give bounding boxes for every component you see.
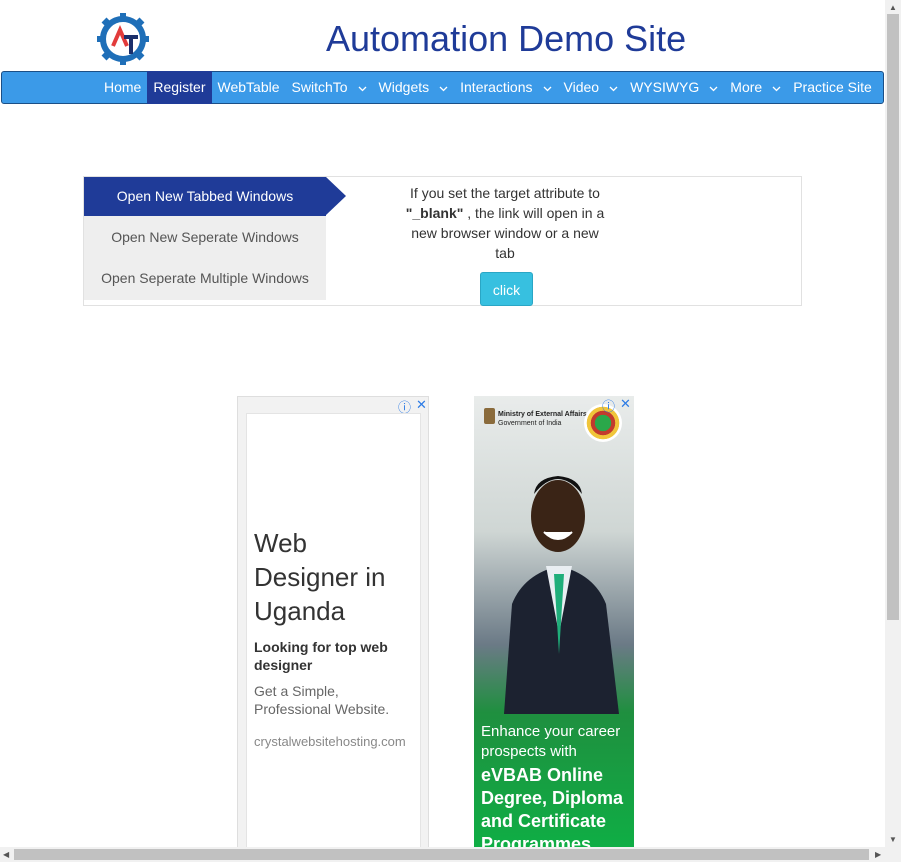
nav-item-label: WYSIWYG [630,79,700,95]
tab-open-seperate-multiple-windows[interactable]: Open Seperate Multiple Windows [84,259,326,298]
window-tabs: Open New Tabbed Windows Open New Seperat… [84,177,346,300]
nav-item-more[interactable]: More [724,71,787,104]
nav-item-interactions[interactable]: Interactions [454,71,557,104]
chevron-down-icon [609,73,618,106]
nav-item-video[interactable]: Video [558,71,625,104]
ad-body-text: Get a Simple, Professional Website. [254,683,390,717]
nav-item-wysiwyg[interactable]: WYSIWYG [624,71,724,104]
ad-headline[interactable]: Web Designer in Uganda [254,526,414,628]
nav-item-label: Register [153,79,206,95]
nav-item-home[interactable]: Home [98,71,147,104]
ad-close-icon[interactable]: ✕ [416,397,427,413]
nav-item-label: WebTable [217,79,280,95]
chevron-down-icon [772,73,781,106]
tab-open-new-seperate-windows[interactable]: Open New Seperate Windows [84,218,326,257]
scroll-right-arrow-icon[interactable]: ▶ [875,850,881,859]
tab-description: If you set the target attribute to "_bla… [402,183,608,263]
nav-item-label: Practice Site [793,79,872,95]
india-emblem-icon [484,408,495,424]
main-navbar: Home Register WebTable SwitchTo Widgets Inter… [1,71,884,104]
nav-item-label: Interactions [460,79,533,95]
ad-text-career: Enhance your career prospects with [481,723,621,760]
student-photo [504,476,619,714]
nav-menu: Home Register WebTable SwitchTo Widgets Inter… [98,71,878,104]
advertisement-evbab[interactable]: Ministry of External Affairs Government … [474,396,634,848]
scroll-up-arrow-icon[interactable]: ▲ [889,3,897,12]
ad-content: Web Designer in Uganda Looking for top w… [246,413,421,853]
nav-item-label: SwitchTo [291,79,348,95]
ad-url[interactable]: crystalwebsitehosting.com [254,734,420,749]
chevron-down-icon [439,73,448,106]
site-logo[interactable] [96,12,150,66]
scroll-down-arrow-icon[interactable]: ▼ [889,835,897,844]
ministry-label: Ministry of External Affairs Government … [498,410,587,428]
advertisement-web-designer[interactable]: ⓘ ✕ Web Designer in Uganda Looking for t… [237,396,429,862]
nav-item-switchto[interactable]: SwitchTo [286,71,373,104]
chevron-down-icon [543,73,552,106]
tab-open-new-tabbed-windows[interactable]: Open New Tabbed Windows [84,177,326,216]
scroll-left-arrow-icon[interactable]: ◀ [3,850,9,859]
description-text-bold: "_blank" [405,205,464,221]
site-title: Automation Demo Site [326,18,687,59]
ad-subheadline[interactable]: Looking for top web designer [254,638,414,674]
nav-item-label: More [730,79,763,95]
chevron-down-icon [358,73,367,106]
description-text-pre: If you set the target attribute to [410,185,600,201]
click-button[interactable]: click [480,272,533,306]
nav-item-webtable[interactable]: WebTable [212,71,286,104]
nav-item-label: Widgets [378,79,430,95]
nav-item-label: Home [104,79,142,95]
switch-windows-panel: Open New Tabbed Windows Open New Seperat… [83,176,802,306]
chevron-down-icon [709,73,718,106]
nav-item-label: Video [563,79,600,95]
ad-close-icon[interactable]: ✕ [620,396,631,412]
ministry-line-2: Government of India [498,420,562,427]
nav-item-widgets[interactable]: Widgets [373,71,455,104]
horizontal-scroll-thumb[interactable] [14,849,869,860]
ministry-line-1: Ministry of External Affairs [498,411,587,418]
vertical-scroll-thumb[interactable] [887,14,899,620]
nav-item-register[interactable]: Register [147,71,212,104]
nav-item-practice-site[interactable]: Practice Site [787,71,878,104]
active-tab-arrow [326,177,346,215]
ad-info-icon[interactable]: ⓘ [602,396,615,415]
ad-text-programmes: eVBAB Online Degree, Diploma and Certifi… [481,765,624,848]
